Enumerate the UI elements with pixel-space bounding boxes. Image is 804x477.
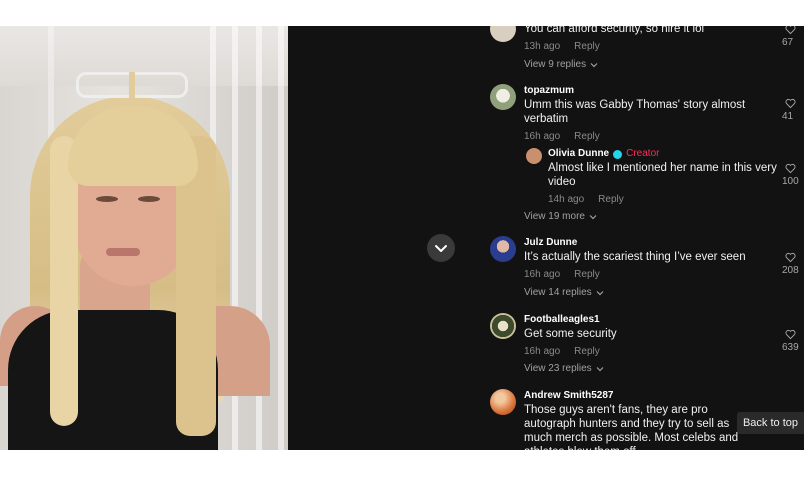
comment-time: 13h ago (524, 41, 561, 52)
like-count: 639 (782, 342, 799, 353)
like-button[interactable]: 67 (782, 26, 804, 48)
heart-icon (785, 26, 796, 35)
video-subject-eye (138, 196, 160, 202)
chevron-down-icon (589, 214, 597, 219)
view-more-label: View 19 more (524, 211, 585, 222)
tiktok-viewer: You can afford security, so hire it lol … (0, 26, 804, 450)
reply-link[interactable]: Reply (574, 130, 600, 143)
like-button[interactable]: 208 (782, 252, 804, 276)
chevron-down-icon (435, 245, 447, 252)
reply-text: Almost like I mentioned her name in this… (548, 162, 777, 188)
view-replies-button[interactable]: View 9 replies (524, 59, 598, 70)
verified-badge-icon (613, 149, 623, 159)
like-count: 100 (782, 176, 799, 187)
comment-text: You can afford security, so hire it lol (524, 26, 705, 35)
video-subject-eye (96, 196, 118, 202)
comment-text: It’s actually the scariest thing I’ve ev… (524, 251, 746, 263)
view-more-replies-button[interactable]: View 19 more (524, 211, 597, 222)
comment-text: Umm this was Gabby Thomas' story almost … (524, 99, 746, 125)
video-player[interactable] (0, 26, 288, 450)
reply-link[interactable]: Reply (574, 40, 600, 53)
creator-tag: Creator (626, 148, 660, 159)
like-button[interactable]: 100 (782, 163, 804, 187)
reply-time: 14h ago (548, 194, 585, 205)
view-replies-button[interactable]: View 14 replies (524, 287, 604, 298)
comment-username[interactable]: Footballeagles1 (524, 313, 784, 327)
reply-link[interactable]: Reply (598, 193, 624, 206)
comment-username[interactable]: Julz Dunne (524, 236, 784, 250)
comment-username[interactable]: Andrew Smith5287 (524, 389, 760, 403)
comment-text: Get some security (524, 328, 617, 340)
comment-time: 16h ago (524, 131, 561, 142)
comment-text: Those guys aren't fans, they are pro aut… (524, 404, 739, 450)
user-avatar[interactable] (490, 26, 516, 42)
heart-icon (785, 98, 796, 109)
comment-time: 16h ago (524, 346, 561, 357)
like-count: 41 (782, 111, 794, 122)
reply-username-row: Olivia Dunne Creator (548, 147, 778, 161)
like-button[interactable]: 639 (782, 329, 804, 353)
user-avatar[interactable] (490, 236, 516, 262)
like-count: 67 (782, 37, 794, 48)
sunglasses-on-head (76, 72, 188, 98)
chevron-down-icon (596, 366, 604, 371)
chevron-down-icon (596, 290, 604, 295)
view-replies-button[interactable]: View 23 replies (524, 363, 604, 374)
back-to-top-button[interactable]: Back to top (736, 412, 804, 434)
comment-time: 16h ago (524, 269, 561, 280)
user-avatar[interactable] (490, 389, 516, 415)
heart-icon (785, 252, 796, 263)
user-avatar[interactable] (490, 84, 516, 110)
heart-icon (785, 163, 796, 174)
video-background-stripe (278, 26, 284, 450)
chevron-down-icon (590, 62, 598, 67)
user-avatar[interactable] (490, 313, 516, 339)
like-count: 208 (782, 265, 799, 276)
comment-username[interactable]: topazmum (524, 84, 784, 98)
comments-panel[interactable]: You can afford security, so hire it lol … (468, 26, 804, 450)
view-replies-label: View 9 replies (524, 59, 587, 70)
reply-username[interactable]: Olivia Dunne (548, 147, 609, 161)
reply-link[interactable]: Reply (574, 268, 600, 281)
like-button[interactable]: 41 (782, 98, 804, 122)
heart-icon (785, 329, 796, 340)
video-subject-mouth (106, 248, 140, 256)
view-replies-label: View 23 replies (524, 363, 592, 374)
reply-link[interactable]: Reply (574, 345, 600, 358)
view-replies-label: View 14 replies (524, 287, 592, 298)
scroll-down-button[interactable] (427, 234, 455, 262)
creator-avatar[interactable] (526, 148, 542, 164)
